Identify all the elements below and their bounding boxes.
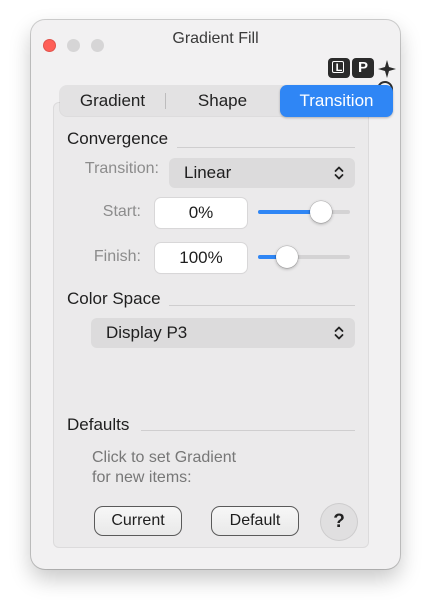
chevron-updown-icon bbox=[334, 326, 344, 340]
convergence-heading: Convergence bbox=[67, 129, 169, 148]
color-space-value: Display P3 bbox=[106, 323, 188, 342]
window-title: Gradient Fill bbox=[172, 30, 259, 47]
tab-shape[interactable]: Shape bbox=[165, 86, 280, 116]
defaults-rule bbox=[141, 430, 355, 431]
color-space-popup[interactable]: Display P3 bbox=[91, 318, 355, 348]
finish-label: Finish: bbox=[93, 248, 141, 265]
transition-popup[interactable]: Linear bbox=[169, 158, 355, 188]
convergence-rule bbox=[177, 147, 355, 148]
color-space-rule bbox=[169, 305, 355, 306]
start-slider-thumb[interactable] bbox=[309, 201, 332, 223]
tab-transition[interactable]: Transition bbox=[280, 85, 393, 117]
finish-field[interactable]: 100% bbox=[155, 243, 247, 273]
lp-right-icon[interactable]: P bbox=[352, 58, 374, 78]
finish-slider[interactable] bbox=[258, 246, 350, 268]
lp-right-glyph: P bbox=[357, 59, 368, 76]
lp-left-glyph: L bbox=[335, 62, 343, 74]
defaults-hint: Click to set Gradient for new items: bbox=[92, 448, 236, 488]
current-button[interactable]: Current bbox=[94, 506, 182, 536]
transition-label: Transition: bbox=[84, 160, 159, 177]
chevron-updown-icon bbox=[334, 166, 344, 180]
transition-value: Linear bbox=[184, 163, 232, 182]
help-button[interactable]: ? bbox=[321, 504, 357, 540]
start-label: Start: bbox=[102, 203, 141, 220]
gradient-fill-panel: Gradient Fill L P Gradient Shape Transit… bbox=[31, 20, 400, 569]
defaults-hint-line1: Click to set Gradient bbox=[92, 449, 237, 466]
defaults-hint-line2: for new items: bbox=[92, 469, 192, 486]
defaults-heading: Defaults bbox=[67, 415, 130, 434]
lp-left-icon[interactable]: L bbox=[328, 58, 350, 78]
color-space-heading: Color Space bbox=[67, 289, 161, 308]
tab-bar: Gradient Shape Transition bbox=[60, 85, 393, 117]
default-button[interactable]: Default bbox=[211, 506, 299, 536]
sparkle-icon[interactable] bbox=[376, 58, 398, 80]
tab-gradient[interactable]: Gradient bbox=[60, 86, 165, 116]
start-slider[interactable] bbox=[258, 201, 350, 223]
start-field[interactable]: 0% bbox=[155, 198, 247, 228]
